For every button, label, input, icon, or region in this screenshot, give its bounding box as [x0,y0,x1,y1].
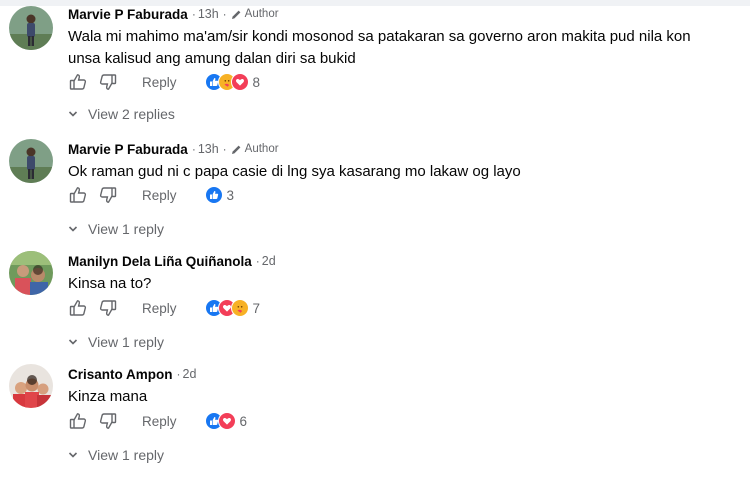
thumbs-down-icon[interactable] [98,411,118,431]
separator-dot: · [191,7,196,21]
love-reaction-icon [230,73,249,91]
thumbs-up-icon[interactable] [68,185,88,205]
reaction-count: 8 [252,74,261,90]
comment-actions: Reply 7 [68,296,260,320]
comment-meta: Crisanto Ampon · 2d [68,364,196,384]
view-replies-button[interactable]: View 2 replies [68,103,175,125]
comment: Marvie P Faburada · 13h · Author Wala mi… [0,4,750,124]
comment-actions: Reply 8 [68,70,260,94]
separator-dot: · [222,142,227,156]
reaction-summary[interactable]: 3 [204,186,235,204]
reaction-count: 7 [252,300,261,316]
timestamp[interactable]: 2d [262,254,276,268]
view-replies-button[interactable]: View 1 reply [68,218,164,240]
comment-text: Wala mi mahimo ma'am/sir kondi mosonod s… [68,28,691,67]
pen-icon [231,9,242,20]
comment-actions: Reply 3 [68,183,234,207]
care-reaction-icon [230,299,249,317]
reaction-count: 6 [239,413,248,429]
separator-dot: · [255,254,260,268]
timestamp[interactable]: 13h [198,7,219,21]
pen-icon [231,144,242,155]
chevron-down-icon [68,451,78,459]
timestamp[interactable]: 2d [183,367,197,381]
avatar[interactable] [9,364,53,408]
thumbs-down-icon[interactable] [98,72,118,92]
view-replies-label: View 1 reply [88,221,165,237]
timestamp[interactable]: 13h [198,142,219,156]
reply-button[interactable]: Reply [142,188,177,203]
chevron-down-icon [68,110,78,118]
author-badge: Author [244,143,279,155]
comment-actions: Reply 6 [68,409,247,433]
separator-dot: · [222,7,227,21]
avatar[interactable] [9,251,53,295]
view-replies-label: View 1 reply [88,447,165,463]
like-reaction-icon [204,186,223,204]
thumbs-up-icon[interactable] [68,298,88,318]
author-badge: Author [244,8,279,20]
reply-button[interactable]: Reply [142,301,177,316]
thumbs-down-icon[interactable] [98,185,118,205]
view-replies-label: View 1 reply [88,334,165,350]
reaction-count: 3 [226,187,235,203]
thumbs-up-icon[interactable] [68,411,88,431]
chevron-down-icon [68,225,78,233]
comment-meta: Marvie P Faburada · 13h · Author [68,139,279,159]
separator-dot: · [191,142,196,156]
comment-text: Kinza mana [68,388,148,405]
reaction-summary[interactable]: 6 [204,412,248,430]
reply-button[interactable]: Reply [142,75,177,90]
reaction-summary[interactable]: 8 [204,73,261,91]
chevron-down-icon [68,338,78,346]
comment: Crisanto Ampon · 2d Kinza mana Reply 6 V… [0,364,750,474]
view-replies-button[interactable]: View 1 reply [68,444,164,466]
author-name[interactable]: Crisanto Ampon [68,367,173,382]
comment-meta: Marvie P Faburada · 13h · Author [68,4,279,24]
reply-button[interactable]: Reply [142,414,177,429]
comment: Manilyn Dela Liña Quiñanola · 2d Kinsa n… [0,251,750,361]
avatar[interactable] [9,6,53,50]
comment-meta: Manilyn Dela Liña Quiñanola · 2d [68,251,276,271]
separator-dot: · [176,367,181,381]
love-reaction-icon [217,412,236,430]
author-name[interactable]: Marvie P Faburada [68,142,188,157]
author-name[interactable]: Manilyn Dela Liña Quiñanola [68,254,252,269]
comment: Marvie P Faburada · 13h · Author Ok rama… [0,139,750,249]
comment-text: Kinsa na to? [68,275,152,292]
author-name[interactable]: Marvie P Faburada [68,7,188,22]
view-replies-button[interactable]: View 1 reply [68,331,164,353]
avatar[interactable] [9,139,53,183]
thumbs-up-icon[interactable] [68,72,88,92]
view-replies-label: View 2 replies [88,106,175,122]
comment-text: Ok raman gud ni c papa casie di lng sya … [68,163,521,180]
thumbs-down-icon[interactable] [98,298,118,318]
reaction-summary[interactable]: 7 [204,299,261,317]
